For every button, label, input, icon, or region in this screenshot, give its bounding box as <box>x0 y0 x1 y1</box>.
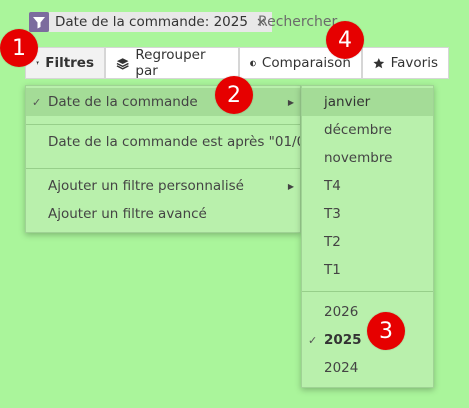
filters-label: Filtres <box>45 55 94 71</box>
option-label: T3 <box>324 206 341 222</box>
option-label: T1 <box>324 262 341 278</box>
annotation-badge-2: 2 <box>215 76 253 114</box>
date-submenu: janvier décembre novembre T4 T3 T2 T1 20… <box>301 85 434 388</box>
filter-order-date[interactable]: ✓ Date de la commande ▶ <box>26 88 300 116</box>
option-t3[interactable]: T3 <box>302 200 433 228</box>
option-label: janvier <box>324 94 371 110</box>
option-t2[interactable]: T2 <box>302 228 433 256</box>
annotation-badge-3: 3 <box>367 312 405 350</box>
divider <box>302 291 433 292</box>
annotation-badge-4: 4 <box>326 21 364 59</box>
caret-right-icon: ▶ <box>287 97 294 107</box>
groupby-button[interactable]: Regrouper par <box>105 47 239 79</box>
groupby-label: Regrouper par <box>135 47 206 79</box>
add-custom-filter[interactable]: Ajouter un filtre personnalisé ▶ <box>26 172 300 200</box>
half-circle-icon <box>250 60 256 66</box>
divider <box>26 168 300 169</box>
option-label: T4 <box>324 178 341 194</box>
option-label: T2 <box>324 234 341 250</box>
check-icon: ✓ <box>308 333 318 347</box>
option-t4[interactable]: T4 <box>302 172 433 200</box>
option-novembre[interactable]: novembre <box>302 144 433 172</box>
menu-item-label: Ajouter un filtre personnalisé <box>48 178 244 194</box>
option-label: 2025 <box>324 332 362 348</box>
search-facet[interactable]: Date de la commande: 2025 × <box>49 12 272 32</box>
menu-item-label: Date de la commande est après "01/09/ <box>48 134 300 150</box>
annotation-badge-1: 1 <box>0 29 38 67</box>
menu-item-label: Date de la commande <box>48 94 198 110</box>
option-label: novembre <box>324 150 393 166</box>
caret-right-icon: ▶ <box>287 181 294 191</box>
option-decembre[interactable]: décembre <box>302 116 433 144</box>
divider <box>26 124 300 125</box>
filter-order-date-after[interactable]: Date de la commande est après "01/09/ <box>26 128 300 156</box>
option-janvier[interactable]: janvier <box>302 88 433 116</box>
layers-icon <box>116 57 129 70</box>
search-input[interactable]: Rechercher <box>258 12 337 32</box>
favorites-button[interactable]: Favoris <box>362 47 449 79</box>
favorites-label: Favoris <box>390 55 438 71</box>
menu-item-label: Ajouter un filtre avancé <box>48 206 207 222</box>
add-advanced-filter[interactable]: Ajouter un filtre avancé <box>26 200 300 228</box>
option-2026[interactable]: 2026 <box>302 298 433 326</box>
option-label: 2024 <box>324 360 359 376</box>
option-t1[interactable]: T1 <box>302 256 433 284</box>
star-icon <box>373 57 385 68</box>
filter-facet-icon <box>29 12 49 32</box>
filter-icon <box>36 61 40 65</box>
option-label: 2026 <box>324 304 359 320</box>
option-2024[interactable]: 2024 <box>302 354 433 382</box>
filters-dropdown: ✓ Date de la commande ▶ Date de la comma… <box>25 85 301 233</box>
facet-label: Date de la commande: 2025 <box>55 14 248 30</box>
option-label: décembre <box>324 122 392 138</box>
check-icon: ✓ <box>32 95 42 109</box>
